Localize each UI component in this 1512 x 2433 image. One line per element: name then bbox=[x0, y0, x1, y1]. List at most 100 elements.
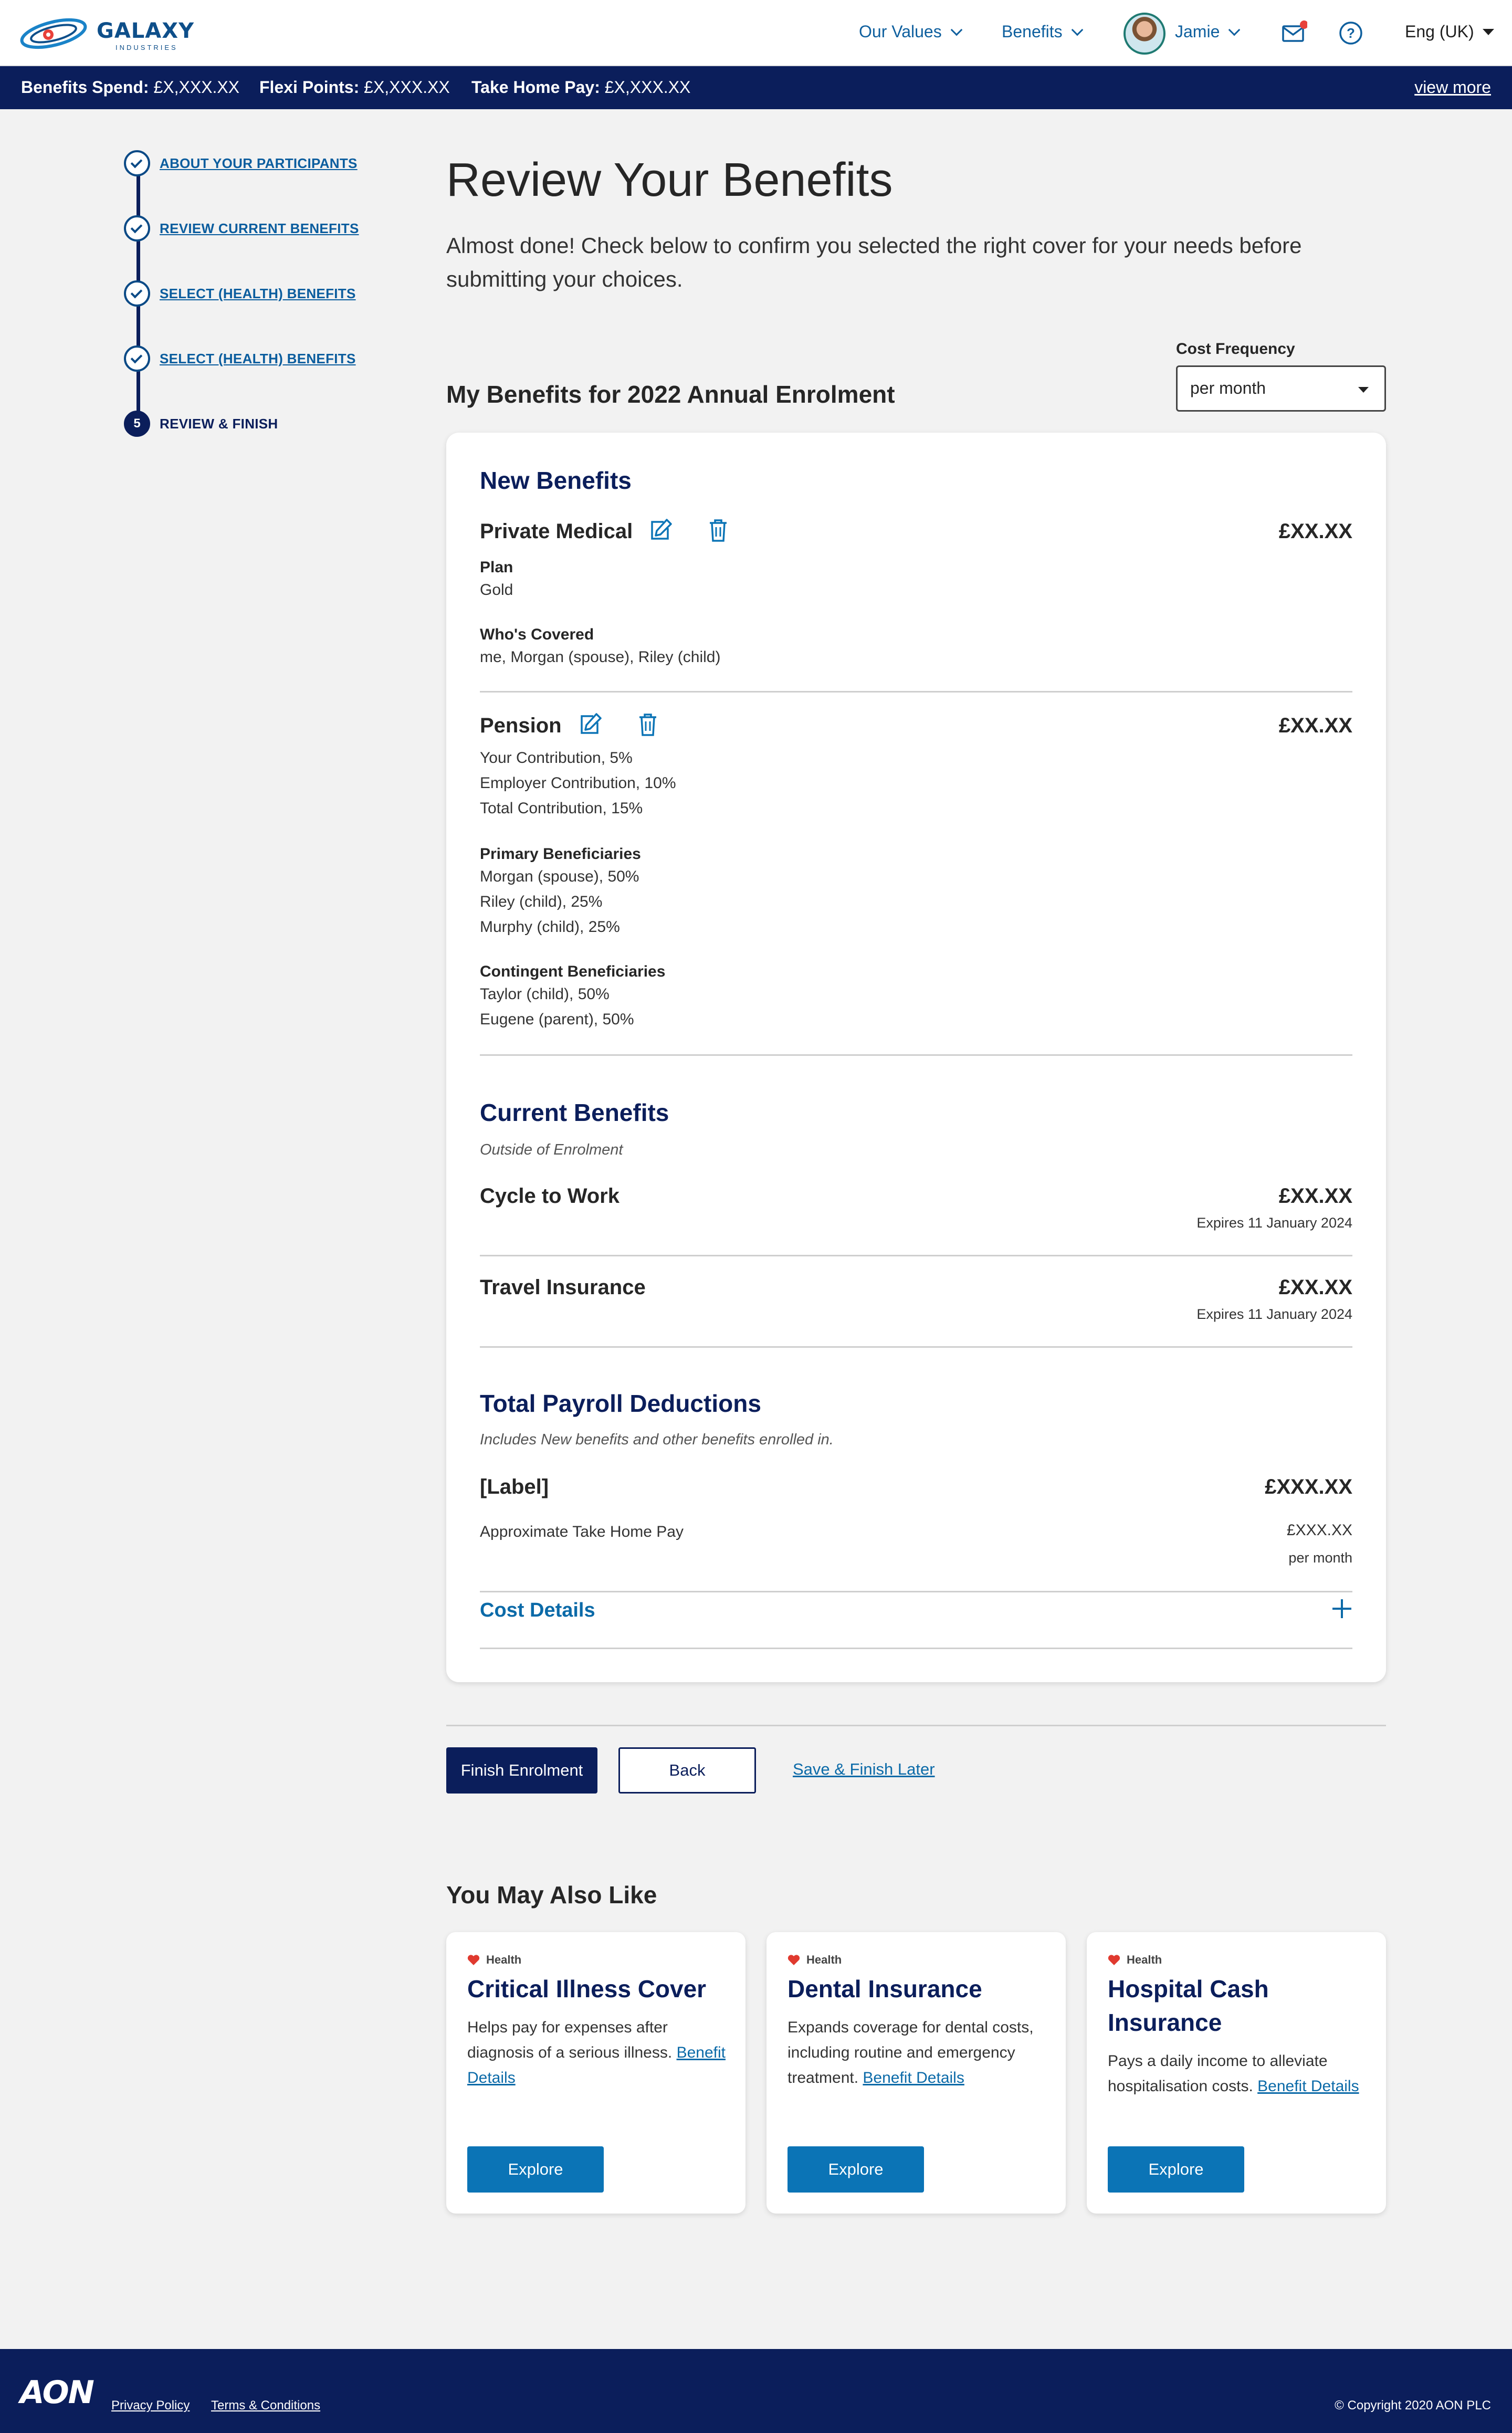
step-label: REVIEW & FINISH bbox=[160, 415, 278, 432]
step-select-health-1[interactable]: SELECT (HEALTH) BENEFITS bbox=[124, 280, 356, 307]
category-tag: Health bbox=[467, 1953, 521, 1967]
recommendation-title: Dental Insurance bbox=[788, 1975, 982, 2002]
heart-icon bbox=[788, 1955, 800, 1965]
cycle-to-work-expiry: Expires 11 January 2024 bbox=[1196, 1215, 1352, 1231]
back-button[interactable]: Back bbox=[618, 1747, 756, 1794]
edit-icon[interactable] bbox=[578, 712, 603, 737]
benefit-details-link[interactable]: Benefit Details bbox=[1257, 2078, 1359, 2095]
take-home-value: £XXX.XX bbox=[1286, 1522, 1352, 1539]
nav-our-values-label: Our Values bbox=[859, 22, 942, 41]
contingent-beneficiaries-label: Contingent Beneficiaries bbox=[480, 963, 666, 980]
mail-icon[interactable] bbox=[1281, 20, 1308, 46]
step-number: 5 bbox=[124, 411, 150, 437]
cycle-to-work-title: Cycle to Work bbox=[480, 1184, 620, 1208]
chevron-down-icon bbox=[1071, 24, 1083, 36]
nav-benefits-label: Benefits bbox=[1002, 22, 1063, 41]
nav-our-values[interactable]: Our Values bbox=[859, 22, 963, 41]
language-label: Eng (UK) bbox=[1405, 22, 1474, 41]
check-icon bbox=[124, 280, 150, 307]
cost-frequency-value: per month bbox=[1190, 379, 1266, 397]
recommendation-description: Pays a daily income to alleviate hospita… bbox=[1108, 2052, 1359, 2095]
recommendation-title: Critical Illness Cover bbox=[467, 1975, 707, 2002]
benefit-details-link[interactable]: Benefit Details bbox=[863, 2069, 964, 2086]
cost-details-toggle[interactable]: Cost Details bbox=[480, 1599, 595, 1622]
save-finish-later-link[interactable]: Save & Finish Later bbox=[793, 1760, 935, 1779]
travel-insurance-price: £XX.XX bbox=[1278, 1276, 1352, 1299]
covered-label: Who's Covered bbox=[480, 626, 594, 643]
take-home-pay: Take Home Pay: £X,XXX.XX bbox=[471, 78, 691, 97]
divider bbox=[480, 1255, 1352, 1256]
step-about-participants[interactable]: ABOUT YOUR PARTICIPANTS bbox=[124, 150, 358, 176]
chevron-down-icon bbox=[1228, 24, 1241, 36]
check-icon bbox=[124, 150, 150, 176]
aon-logo: AON bbox=[20, 2374, 94, 2411]
benefits-spend: Benefits Spend: £X,XXX.XX bbox=[21, 78, 240, 97]
new-benefits-heading: New Benefits bbox=[480, 467, 632, 494]
travel-insurance-title: Travel Insurance bbox=[480, 1276, 646, 1299]
travel-insurance-expiry: Expires 11 January 2024 bbox=[1196, 1306, 1352, 1322]
trash-icon[interactable] bbox=[706, 518, 731, 543]
beneficiary-line: Murphy (child), 25% bbox=[480, 918, 620, 936]
current-benefits-note: Outside of Enrolment bbox=[480, 1141, 623, 1158]
galaxy-orbit-icon bbox=[20, 18, 87, 49]
step-label: REVIEW CURRENT BENEFITS bbox=[160, 220, 359, 236]
help-icon[interactable]: ? bbox=[1338, 20, 1364, 46]
user-avatar[interactable] bbox=[1124, 13, 1166, 55]
galaxy-logo[interactable]: GALAXY INDUSTRIES bbox=[19, 14, 194, 53]
beneficiary-line: Morgan (spouse), 50% bbox=[480, 868, 639, 885]
take-home-period: per month bbox=[1288, 1550, 1352, 1566]
step-label: SELECT (HEALTH) BENEFITS bbox=[160, 285, 356, 301]
beneficiary-line: Taylor (child), 50% bbox=[480, 985, 610, 1003]
enrolment-stepper: ABOUT YOUR PARTICIPANTS REVIEW CURRENT B… bbox=[124, 150, 397, 437]
covered-value: me, Morgan (spouse), Riley (child) bbox=[480, 648, 721, 666]
explore-button[interactable]: Explore bbox=[1108, 2146, 1244, 2193]
notification-dot bbox=[1300, 20, 1308, 29]
top-navigation-bar: GALAXY INDUSTRIES Our Values Benefits Ja… bbox=[0, 0, 1512, 66]
heart-icon bbox=[1108, 1955, 1120, 1965]
recommendation-card: Health Dental Insurance Expands coverage… bbox=[766, 1932, 1066, 2214]
payroll-label: [Label] bbox=[480, 1475, 549, 1498]
cost-frequency-select[interactable]: per month bbox=[1176, 365, 1386, 412]
finish-enrolment-button[interactable]: Finish Enrolment bbox=[446, 1747, 597, 1794]
flexi-points: Flexi Points: £X,XXX.XX bbox=[259, 78, 450, 97]
page-title: Review Your Benefits bbox=[446, 154, 893, 206]
page-divider bbox=[446, 1725, 1386, 1726]
divider bbox=[480, 1346, 1352, 1348]
step-label: SELECT (HEALTH) BENEFITS bbox=[160, 350, 356, 366]
benefits-summary-card: New Benefits Private Medical £XX.XX Plan… bbox=[446, 433, 1386, 1682]
nav-user-menu[interactable]: Jamie bbox=[1175, 22, 1241, 41]
chevron-down-icon bbox=[950, 24, 963, 36]
pension-title: Pension bbox=[480, 714, 562, 737]
caret-down-icon bbox=[1358, 387, 1369, 393]
privacy-policy-link[interactable]: Privacy Policy bbox=[111, 2398, 190, 2413]
recommendations-heading: You May Also Like bbox=[446, 1881, 657, 1908]
divider bbox=[480, 1054, 1352, 1056]
brand-subtitle: INDUSTRIES bbox=[116, 44, 178, 51]
plus-icon[interactable] bbox=[1331, 1598, 1352, 1619]
copyright-icon: © bbox=[1335, 2398, 1344, 2413]
caret-down-icon bbox=[1482, 28, 1494, 35]
step-select-health-2[interactable]: SELECT (HEALTH) BENEFITS bbox=[124, 345, 356, 372]
plan-label: Plan bbox=[480, 559, 513, 576]
recommendation-card: Health Critical Illness Cover Helps pay … bbox=[446, 1932, 746, 2214]
language-selector[interactable]: Eng (UK) bbox=[1405, 22, 1494, 41]
footer: AON Privacy Policy Terms & Conditions © … bbox=[0, 2349, 1512, 2433]
view-more-link[interactable]: view more bbox=[1414, 78, 1491, 97]
trash-icon[interactable] bbox=[635, 712, 660, 737]
explore-button[interactable]: Explore bbox=[788, 2146, 924, 2193]
divider bbox=[480, 691, 1352, 693]
payroll-heading: Total Payroll Deductions bbox=[480, 1390, 761, 1417]
recommendation-description: Expands coverage for dental costs, inclu… bbox=[788, 2019, 1034, 2086]
current-benefits-heading: Current Benefits bbox=[480, 1099, 669, 1126]
divider bbox=[480, 1591, 1352, 1592]
contribution-line: Employer Contribution, 10% bbox=[480, 774, 676, 792]
take-home-label: Approximate Take Home Pay bbox=[480, 1523, 684, 1540]
explore-button[interactable]: Explore bbox=[467, 2146, 604, 2193]
step-review-current[interactable]: REVIEW CURRENT BENEFITS bbox=[124, 215, 359, 242]
nav-benefits[interactable]: Benefits bbox=[1002, 22, 1083, 41]
step-review-finish: 5 REVIEW & FINISH bbox=[124, 411, 278, 437]
pension-price: £XX.XX bbox=[1278, 714, 1352, 737]
heart-icon bbox=[467, 1955, 480, 1965]
edit-icon[interactable] bbox=[648, 518, 673, 543]
terms-conditions-link[interactable]: Terms & Conditions bbox=[211, 2398, 320, 2413]
